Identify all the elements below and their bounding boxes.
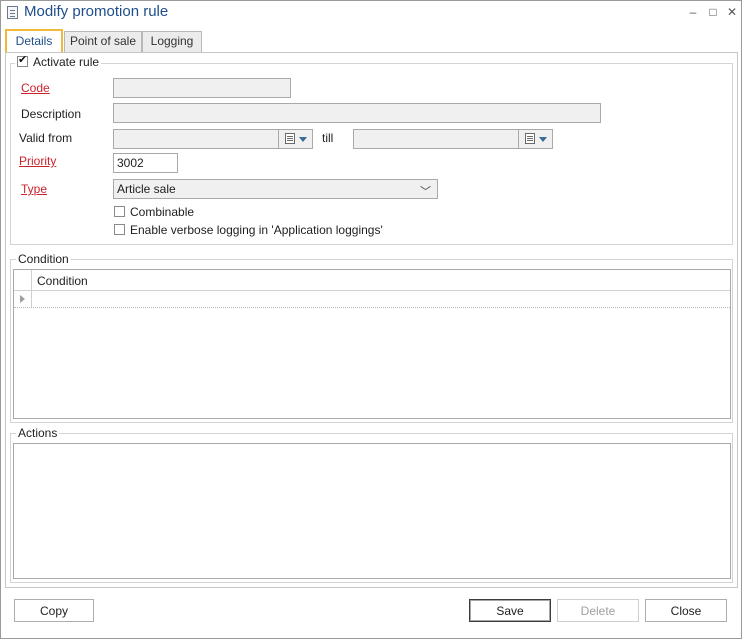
row-indicator-cell [14,291,32,307]
tab-point-of-sale[interactable]: Point of sale [64,31,142,52]
description-input[interactable] [113,103,601,123]
condition-column-header[interactable]: Condition [37,274,88,288]
activate-rule-checkbox[interactable] [17,53,28,67]
code-input[interactable] [113,78,291,98]
window-title: Modify promotion rule [24,3,169,20]
tab-details[interactable]: Details [5,29,63,53]
till-input[interactable] [353,129,553,149]
details-panel: Activate rule Code Description Valid fro… [5,52,738,588]
activate-rule-label: Activate rule [33,55,100,69]
condition-grid-header: Condition [14,270,730,291]
chevron-down-icon: ﹀ [420,186,431,198]
calendar-icon [285,133,295,144]
minimize-icon[interactable]: – [685,4,701,20]
valid-from-input[interactable] [113,129,313,149]
condition-legend: Condition [16,252,71,266]
priority-label: Priority [19,154,57,168]
activate-rule-legend: Activate rule [15,53,102,69]
code-label: Code [21,81,50,95]
close-icon[interactable]: ✕ [724,4,740,20]
caret-down-icon [539,137,547,142]
close-button[interactable]: Close [645,599,727,622]
verbose-logging-label: Enable verbose logging in 'Application l… [130,223,383,237]
row-indicator-header [14,270,32,290]
row-pointer-icon [20,295,25,303]
verbose-logging-checkbox[interactable] [114,224,125,235]
document-icon [7,6,18,19]
type-label: Type [21,182,48,196]
title-bar: Modify promotion rule – □ ✕ [1,1,741,25]
delete-button[interactable]: Delete [557,599,639,622]
actions-list[interactable] [13,443,731,579]
maximize-icon[interactable]: □ [705,4,721,20]
condition-grid[interactable]: Condition [13,269,731,419]
caret-down-icon [299,137,307,142]
type-select[interactable]: Article sale ﹀ [113,179,438,199]
table-row[interactable] [14,291,730,308]
priority-input[interactable]: 3002 [113,153,178,173]
copy-button[interactable]: Copy [14,599,94,622]
till-label: till [322,131,334,145]
valid-from-calendar-button[interactable] [278,130,312,148]
actions-legend: Actions [16,426,60,440]
valid-from-label: Valid from [19,131,73,145]
combinable-checkbox[interactable] [114,206,125,217]
calendar-icon [525,133,535,144]
description-label: Description [21,107,82,121]
combinable-label: Combinable [130,205,195,219]
tab-logging[interactable]: Logging [142,31,202,52]
save-button[interactable]: Save [469,599,551,622]
till-calendar-button[interactable] [518,130,552,148]
promotion-rule-window: Modify promotion rule – □ ✕ Details Poin… [0,0,742,639]
type-selected-value: Article sale [117,182,176,196]
